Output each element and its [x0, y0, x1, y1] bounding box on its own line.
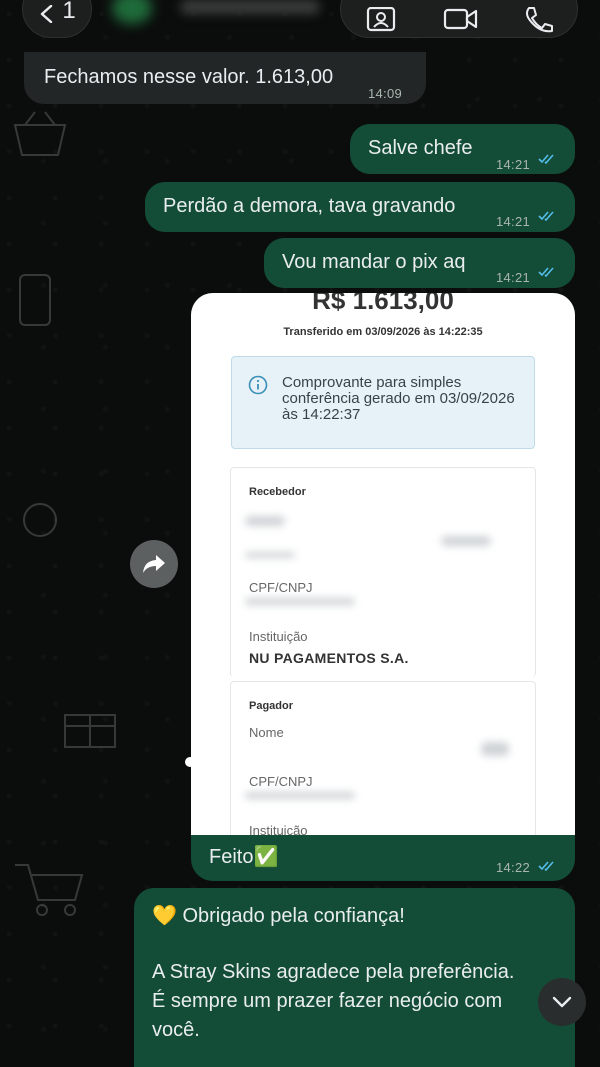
message-text-line: 💛 Obrigado pela confiança! [152, 905, 405, 927]
wallpaper-doodle-cart-icon [15, 864, 84, 916]
pagador-name-redacted [481, 742, 509, 756]
receipt-pagador-card: Pagador Nome CPF/CNPJ Instituição [230, 681, 536, 835]
pix-receipt-image[interactable]: R$ 1.613,00 Transferido em 03/09/2026 às… [191, 293, 575, 835]
message-time: 14:09 [368, 86, 403, 101]
recebedor-inst-label: Instituição [249, 629, 308, 644]
wallpaper-doodle-phone-icon [19, 274, 51, 326]
wallpaper-doodle-coin-icon [23, 503, 57, 537]
message-text: Perdão a demora, tava gravando [163, 195, 456, 217]
chevron-left-icon [41, 5, 53, 23]
forward-button[interactable] [130, 540, 178, 588]
phone-call-icon[interactable] [523, 7, 553, 33]
receipt-info-text: Comprovante para simples conferência ger… [282, 374, 515, 423]
message-time: 14:21 [496, 270, 531, 285]
recebedor-doc-redacted [441, 536, 491, 546]
contact-avatar[interactable] [112, 0, 152, 24]
pagador-name-label: Nome [249, 725, 284, 740]
chat-header: 1 [0, 0, 600, 44]
pagador-heading: Pagador [249, 700, 294, 712]
message-text-line: você. [152, 1019, 200, 1041]
message-text-line: É sempre um prazer fazer negócio com [152, 990, 503, 1012]
recebedor-extra-redacted [245, 552, 295, 558]
selection-dot [185, 757, 195, 767]
read-ticks-icon [538, 154, 554, 165]
recebedor-inst-value: NU PAGAMENTOS S.A. [249, 650, 409, 666]
message-outgoing[interactable]: 💛 Obrigado pela confiança! A Stray Skins… [134, 888, 575, 1067]
wallpaper-doodle-gift-icon [64, 714, 116, 748]
chevron-down-icon [552, 996, 572, 1008]
message-text: Fechamos nesse valor. 1.613,00 [44, 66, 334, 88]
message-outgoing[interactable]: Salve chefe 14:21 [350, 124, 575, 174]
message-text: Salve chefe [368, 137, 473, 159]
recebedor-heading: Recebedor [249, 486, 306, 498]
scroll-to-bottom-button[interactable] [538, 978, 586, 1026]
message-time: 14:21 [496, 214, 531, 229]
pagador-inst-label: Instituição [249, 823, 308, 835]
recebedor-name-redacted [245, 516, 285, 526]
receipt-amount: R$ 1.613,00 [312, 293, 454, 315]
info-icon [248, 375, 268, 395]
forward-arrow-icon [143, 555, 165, 573]
image-caption: Feito✅ [209, 846, 279, 868]
message-text-line: A Stray Skins agradece pela preferência. [152, 961, 515, 983]
pagador-cpf-label: CPF/CNPJ [249, 774, 313, 789]
unread-count: 1 [62, 0, 76, 24]
recebedor-cpf-redacted [245, 598, 355, 605]
wallpaper-doodle-basket-icon [13, 111, 67, 156]
video-call-icon[interactable] [443, 7, 479, 33]
contact-card-icon[interactable] [365, 7, 397, 33]
read-ticks-icon [538, 267, 554, 278]
message-text: Vou mandar o pix aq [282, 251, 466, 273]
image-message[interactable]: R$ 1.613,00 Transferido em 03/09/2026 às… [191, 293, 575, 881]
read-ticks-icon [538, 861, 554, 872]
back-button[interactable]: 1 [22, 0, 92, 38]
receipt-info-box: Comprovante para simples conferência ger… [231, 356, 535, 449]
read-ticks-icon [538, 211, 554, 222]
contact-name[interactable] [180, 0, 320, 14]
receipt-recebedor-card: Recebedor CPF/CNPJ Instituição NU PAGAME… [230, 467, 536, 677]
message-time: 14:21 [496, 157, 531, 172]
message-outgoing[interactable]: Vou mandar o pix aq 14:21 [264, 238, 575, 288]
pagador-cpf-redacted [245, 792, 355, 799]
call-actions [340, 0, 578, 38]
message-incoming[interactable]: Fechamos nesse valor. 1.613,00 14:09 [24, 52, 426, 104]
message-time: 14:22 [496, 860, 531, 875]
recebedor-cpf-label: CPF/CNPJ [249, 580, 313, 595]
message-outgoing[interactable]: Perdão a demora, tava gravando 14:21 [145, 182, 575, 232]
receipt-transfer-date: Transferido em 03/09/2026 às 14:22:35 [283, 326, 483, 338]
